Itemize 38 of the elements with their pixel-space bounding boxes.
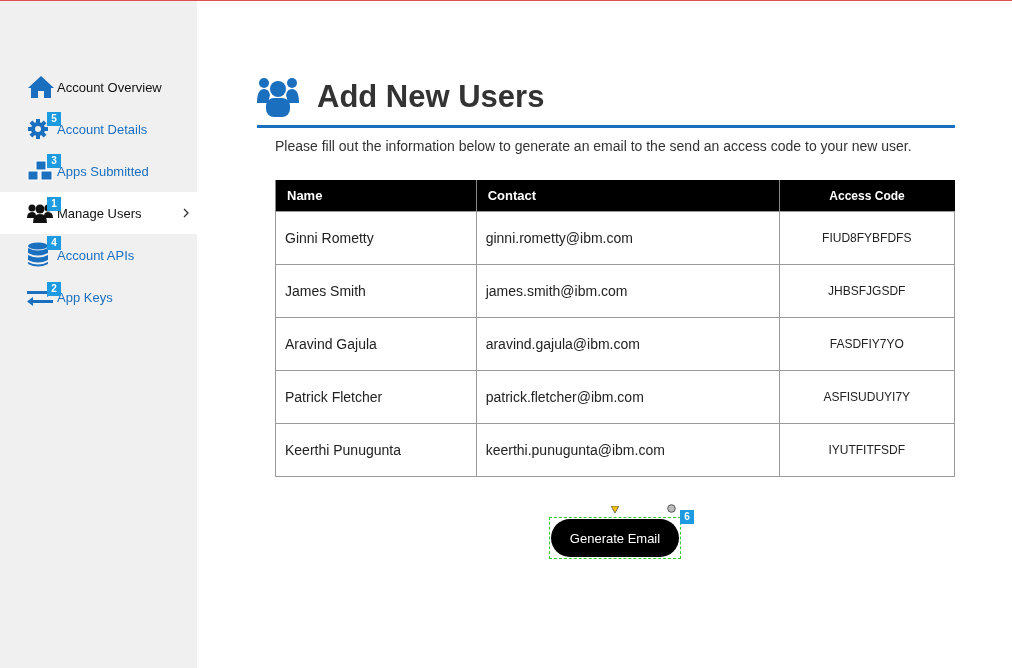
database-icon bbox=[27, 242, 49, 268]
instructions-text: Please fill out the information below to generate an email to the send an access code to your new user. bbox=[275, 138, 913, 154]
table-cell: Ginni Rometty bbox=[275, 211, 477, 265]
gear-icon bbox=[27, 118, 49, 140]
table-cell: ginni.rometty@ibm.com bbox=[476, 211, 780, 265]
number-badge: 4 bbox=[47, 236, 61, 250]
circle-handle-icon[interactable] bbox=[667, 504, 676, 513]
chevron-right-icon bbox=[183, 208, 189, 218]
sidebar-item[interactable]: 4 Account APIs bbox=[0, 234, 197, 276]
table-cell: ASFISUDUYI7Y bbox=[779, 370, 955, 424]
table-cell: keerthi.punugunta@ibm.com bbox=[476, 423, 780, 477]
column-header: Name bbox=[275, 180, 477, 212]
number-badge: 3 bbox=[47, 154, 61, 168]
table-cell: patrick.fletcher@ibm.com bbox=[476, 370, 780, 424]
table-cell: JHBSFJGSDF bbox=[779, 264, 955, 318]
table-cell: FIUD8FYBFDFS bbox=[779, 211, 955, 265]
table-cell: IYUTFITFSDF bbox=[779, 423, 955, 477]
house-icon bbox=[27, 75, 55, 99]
users-icon bbox=[257, 77, 299, 117]
column-header: Access Code bbox=[779, 180, 955, 212]
table-cell: FASDFIY7YO bbox=[779, 317, 955, 371]
generate-email-button[interactable]: Generate Email bbox=[551, 519, 679, 557]
column-header: Contact bbox=[476, 180, 780, 212]
sidebar-item[interactable]: 5 Account Details bbox=[0, 108, 197, 150]
sidebar-item[interactable]: 3 Apps Submitted bbox=[0, 150, 197, 192]
table-cell: aravind.gajula@ibm.com bbox=[476, 317, 780, 371]
sidebar-item[interactable]: Account Overview bbox=[0, 66, 197, 108]
number-badge: 1 bbox=[47, 197, 61, 211]
table-cell: james.smith@ibm.com bbox=[476, 264, 780, 318]
number-badge: 5 bbox=[47, 112, 61, 126]
table-cell: Keerthi Punugunta bbox=[275, 423, 477, 477]
page-title: Add New Users bbox=[317, 79, 545, 115]
table-cell: James Smith bbox=[275, 264, 477, 318]
table-cell: Patrick Fletcher bbox=[275, 370, 477, 424]
triangle-handle-icon[interactable] bbox=[611, 506, 619, 513]
table-cell: Aravind Gajula bbox=[275, 317, 477, 371]
number-badge: 2 bbox=[47, 282, 61, 296]
number-badge: 6 bbox=[680, 510, 694, 524]
